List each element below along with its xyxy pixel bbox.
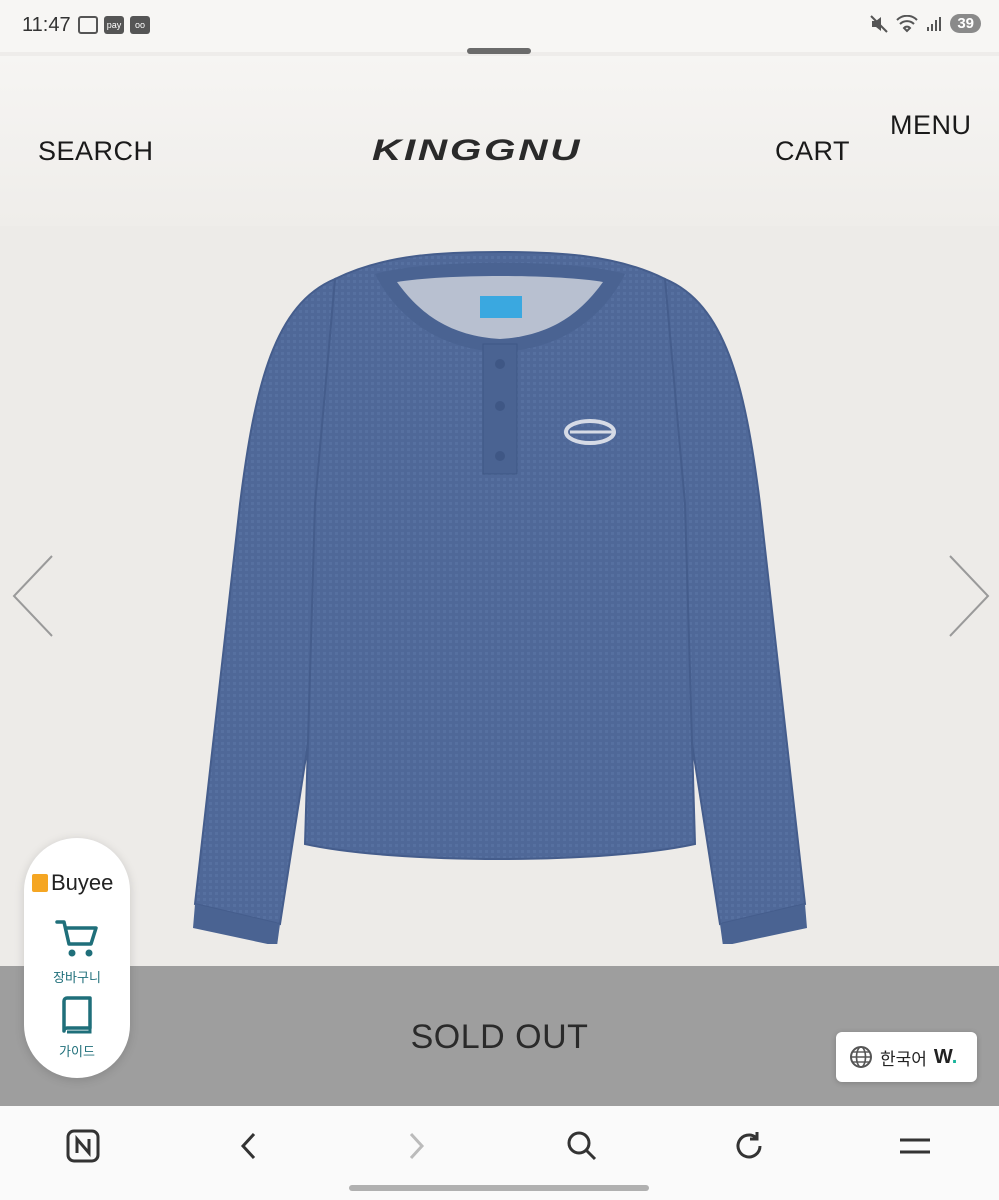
buyee-cart-label: 장바구니	[53, 970, 101, 985]
menu-button[interactable]: MENU	[890, 110, 972, 141]
pay-icon: pay	[104, 16, 124, 34]
status-icons-right: 39	[870, 14, 981, 33]
forward-arrow-icon	[409, 1132, 425, 1160]
shopping-cart-icon	[55, 920, 98, 957]
wifi-icon	[896, 14, 919, 32]
buyee-widget: Buyee 장바구니 가이드	[24, 838, 130, 1078]
signal-icon	[927, 16, 942, 31]
buyee-logo[interactable]: Buyee	[32, 870, 113, 896]
weglot-logo: W.	[933, 1045, 958, 1068]
site-header: SEARCH KINGGNU CART MENU	[0, 56, 999, 226]
buyee-guide-button[interactable]: 가이드	[24, 996, 130, 1060]
refresh-icon	[736, 1132, 762, 1159]
status-bar: 11:47 pay oo 39	[0, 0, 999, 52]
search-icon	[567, 1131, 597, 1161]
chevron-left-icon[interactable]	[8, 551, 68, 641]
hamburger-icon	[900, 1138, 930, 1154]
book-icon	[62, 996, 92, 1034]
drag-handle[interactable]	[467, 48, 531, 54]
back-arrow-icon	[240, 1132, 256, 1160]
voicemail-icon: oo	[130, 16, 150, 34]
refresh-button[interactable]	[729, 1126, 769, 1166]
naver-icon	[66, 1129, 100, 1163]
naver-home-button[interactable]	[63, 1126, 103, 1166]
search-link[interactable]: SEARCH	[38, 136, 154, 167]
back-button[interactable]	[229, 1126, 269, 1166]
buyee-guide-label: 가이드	[59, 1044, 95, 1059]
mute-icon	[870, 14, 889, 33]
product-gallery	[0, 226, 999, 966]
buyee-cart-button[interactable]: 장바구니	[24, 918, 130, 986]
battery-indicator: 39	[950, 14, 981, 33]
chevron-right-icon[interactable]	[940, 551, 999, 641]
brand-logo[interactable]: KINGGNU	[372, 134, 582, 168]
home-indicator[interactable]	[349, 1185, 649, 1191]
forward-button[interactable]	[396, 1126, 436, 1166]
status-time: 11:47	[22, 14, 71, 36]
product-image	[193, 250, 807, 944]
language-label: 한국어	[880, 1049, 927, 1069]
cart-link[interactable]: CART	[775, 136, 850, 167]
screenshot-icon	[78, 16, 98, 34]
buyee-bag-icon	[32, 874, 48, 892]
menu-button-browser[interactable]	[895, 1126, 935, 1166]
status-icons-left: pay oo	[78, 16, 150, 34]
language-selector[interactable]: 한국어 W.	[836, 1032, 977, 1082]
search-button[interactable]	[562, 1126, 602, 1166]
globe-icon	[850, 1046, 872, 1068]
buyee-logo-text: Buyee	[51, 870, 114, 895]
